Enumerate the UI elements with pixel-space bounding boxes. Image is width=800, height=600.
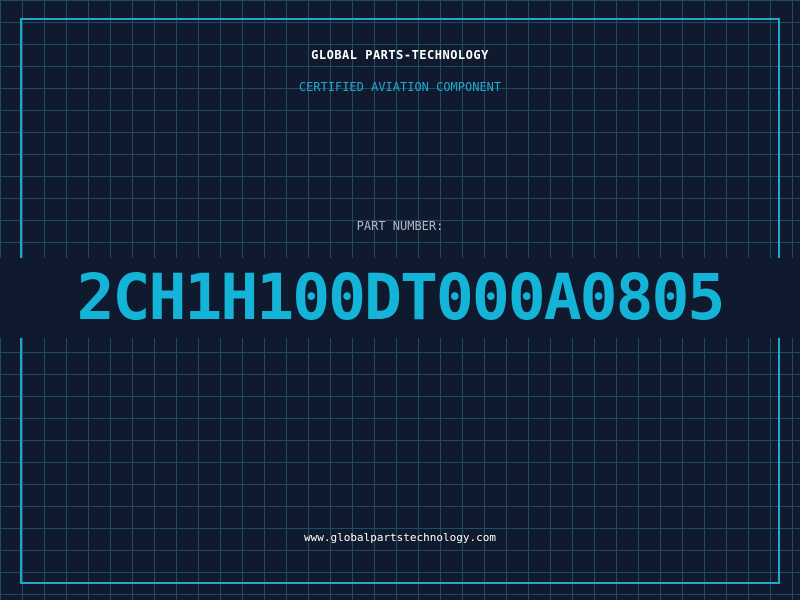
blueprint-canvas: GLOBAL PARTS-TECHNOLOGY CERTIFIED AVIATI… [0, 0, 800, 600]
company-name: GLOBAL PARTS-TECHNOLOGY [311, 48, 489, 62]
part-number-value: 2CH1H100DT000A0805 [76, 261, 726, 334]
website-url: www.globalpartstechnology.com [303, 531, 497, 544]
part-number-label: PART NUMBER: [356, 219, 444, 233]
certification-subtitle: CERTIFIED AVIATION COMPONENT [298, 80, 502, 94]
